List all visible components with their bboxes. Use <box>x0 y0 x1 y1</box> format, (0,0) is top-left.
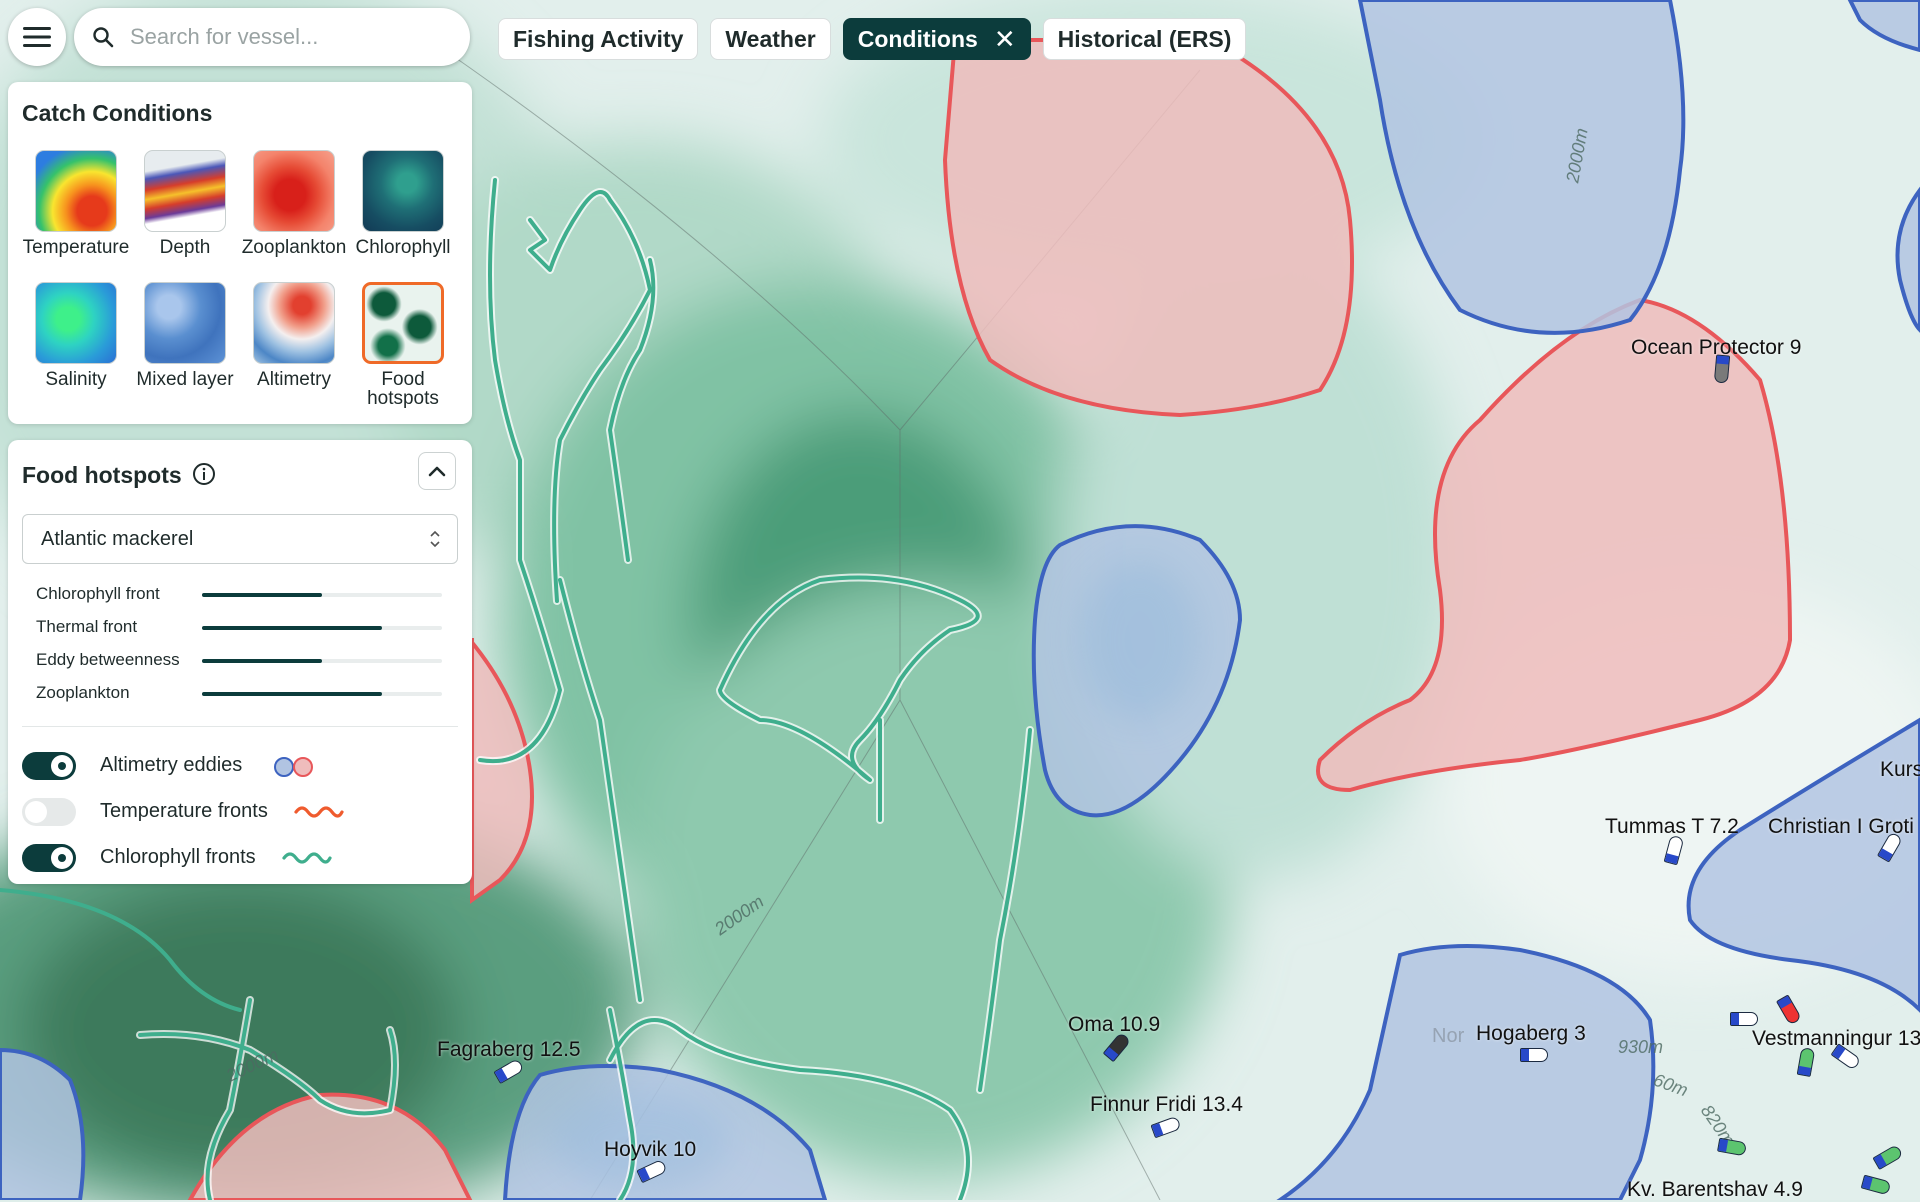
layer-label: Mixed layer <box>136 369 234 390</box>
chlorophyll-thumbnail <box>362 150 444 232</box>
layer-label: Altimetry <box>257 369 331 390</box>
toggle-switch[interactable] <box>22 798 76 826</box>
tab-historical-ers[interactable]: Historical (ERS) <box>1042 18 1247 60</box>
layer-mixed-layer[interactable]: Mixed layer <box>131 282 239 389</box>
factor-track[interactable] <box>202 659 442 663</box>
vessel-label[interactable]: Kv. Barentshav 4.9 <box>1627 1178 1803 1202</box>
layer-label: Chlorophyll <box>355 237 451 258</box>
factor-fill <box>202 692 382 696</box>
wave-green-icon <box>282 852 332 864</box>
depth-thumbnail <box>144 150 226 232</box>
factor-eddy-betweenness: Eddy betweenness <box>36 650 456 674</box>
factor-label: Zooplankton <box>36 683 130 702</box>
vessel-label[interactable]: Hogaberg 3 <box>1476 1022 1586 1046</box>
food-hotspots-panel: Food hotspots Atlantic mackerel Chloroph… <box>8 440 472 884</box>
vessel-label[interactable]: Kurs <box>1880 758 1920 782</box>
factor-fill <box>202 659 322 663</box>
eddies-legend-icon <box>274 757 313 777</box>
contour-label: 930m <box>1618 1037 1664 1057</box>
layer-label: Salinity <box>45 369 107 390</box>
tab-label: Conditions <box>857 25 978 52</box>
vessel-label[interactable]: Hoyvik 10 <box>604 1138 696 1162</box>
vessel-label[interactable]: Finnur Fridi 13.4 <box>1090 1093 1243 1117</box>
toggle-label: Altimetry eddies <box>100 754 243 776</box>
altimetry-thumbnail <box>253 282 335 364</box>
zooplankton-thumbnail <box>253 150 335 232</box>
hamburger-icon <box>23 27 51 47</box>
layer-label: Depth <box>159 237 211 258</box>
panel-title: Catch Conditions <box>22 100 213 126</box>
vessel-search[interactable] <box>74 8 470 66</box>
factor-fill <box>202 626 382 630</box>
salinity-thumbnail <box>35 282 117 364</box>
toggle-label: Chlorophyll fronts <box>100 846 256 868</box>
catch-conditions-panel: Catch Conditions Temperature Depth Zoopl… <box>8 82 472 424</box>
tab-label: Fishing Activity <box>513 25 684 52</box>
tab-conditions[interactable]: Conditions ✕ <box>842 18 1031 60</box>
vessel-icon[interactable] <box>1520 1048 1548 1062</box>
layer-tabs: Fishing Activity Weather Conditions ✕ His… <box>498 18 1247 60</box>
layer-temperature[interactable]: Temperature <box>22 150 130 257</box>
factor-label: Eddy betweenness <box>36 650 180 669</box>
species-value: Atlantic mackerel <box>41 527 194 550</box>
factor-chlorophyll-front: Chlorophyll front <box>36 584 456 608</box>
vessel-label[interactable]: Fagraberg 12.5 <box>437 1038 581 1062</box>
tab-fishing-activity[interactable]: Fishing Activity <box>498 18 699 60</box>
toggle-chlorophyll-fronts: Chlorophyll fronts <box>22 842 462 874</box>
search-icon <box>93 27 114 48</box>
chevron-up-icon <box>428 466 446 477</box>
vessel-label[interactable]: Oma 10.9 <box>1068 1013 1160 1037</box>
factor-label: Chlorophyll front <box>36 584 160 603</box>
mixed-layer-thumbnail <box>144 282 226 364</box>
layer-chlorophyll[interactable]: Chlorophyll <box>349 150 457 257</box>
layer-salinity[interactable]: Salinity <box>22 282 130 389</box>
toggle-switch[interactable] <box>22 752 76 780</box>
factor-track[interactable] <box>202 692 442 696</box>
species-select[interactable]: Atlantic mackerel <box>22 514 458 564</box>
layer-depth[interactable]: Depth <box>131 150 239 257</box>
factor-label: Thermal front <box>36 617 138 636</box>
panel-title: Food hotspots <box>22 462 182 488</box>
factor-zooplankton: Zooplankton <box>36 683 456 707</box>
info-icon[interactable] <box>192 462 216 486</box>
layer-label: Zooplankton <box>241 237 347 258</box>
layer-food-hotspots[interactable]: Food hotspots <box>349 282 457 408</box>
toggle-label: Temperature fronts <box>100 800 268 822</box>
region-label: Nor <box>1432 1025 1465 1047</box>
tab-label: Weather <box>725 25 816 52</box>
layer-altimetry[interactable]: Altimetry <box>240 282 348 389</box>
factor-fill <box>202 593 322 597</box>
divider <box>22 726 458 727</box>
collapse-button[interactable] <box>418 452 456 490</box>
layer-label: Temperature <box>22 237 130 258</box>
menu-button[interactable] <box>8 8 66 66</box>
chevron-updown-icon <box>430 530 440 548</box>
toggle-altimetry-eddies: Altimetry eddies <box>22 750 462 782</box>
layer-zooplankton[interactable]: Zooplankton <box>240 150 348 257</box>
close-icon[interactable]: ✕ <box>994 26 1016 52</box>
layer-label: Food hotspots <box>367 369 439 409</box>
temperature-thumbnail <box>35 150 117 232</box>
tab-label: Historical (ERS) <box>1057 25 1232 52</box>
tab-weather[interactable]: Weather <box>710 18 831 60</box>
toggle-switch[interactable] <box>22 844 76 872</box>
factor-track[interactable] <box>202 593 442 597</box>
search-input[interactable] <box>128 23 432 51</box>
food-hotspots-thumbnail <box>362 282 444 364</box>
factor-thermal-front: Thermal front <box>36 617 456 641</box>
vessel-icon[interactable] <box>1730 1012 1758 1026</box>
factor-track[interactable] <box>202 626 442 630</box>
toggle-temperature-fronts: Temperature fronts <box>22 796 462 828</box>
vessel-label[interactable]: Tummas T 7.2 <box>1605 815 1739 839</box>
wave-red-icon <box>294 806 344 818</box>
